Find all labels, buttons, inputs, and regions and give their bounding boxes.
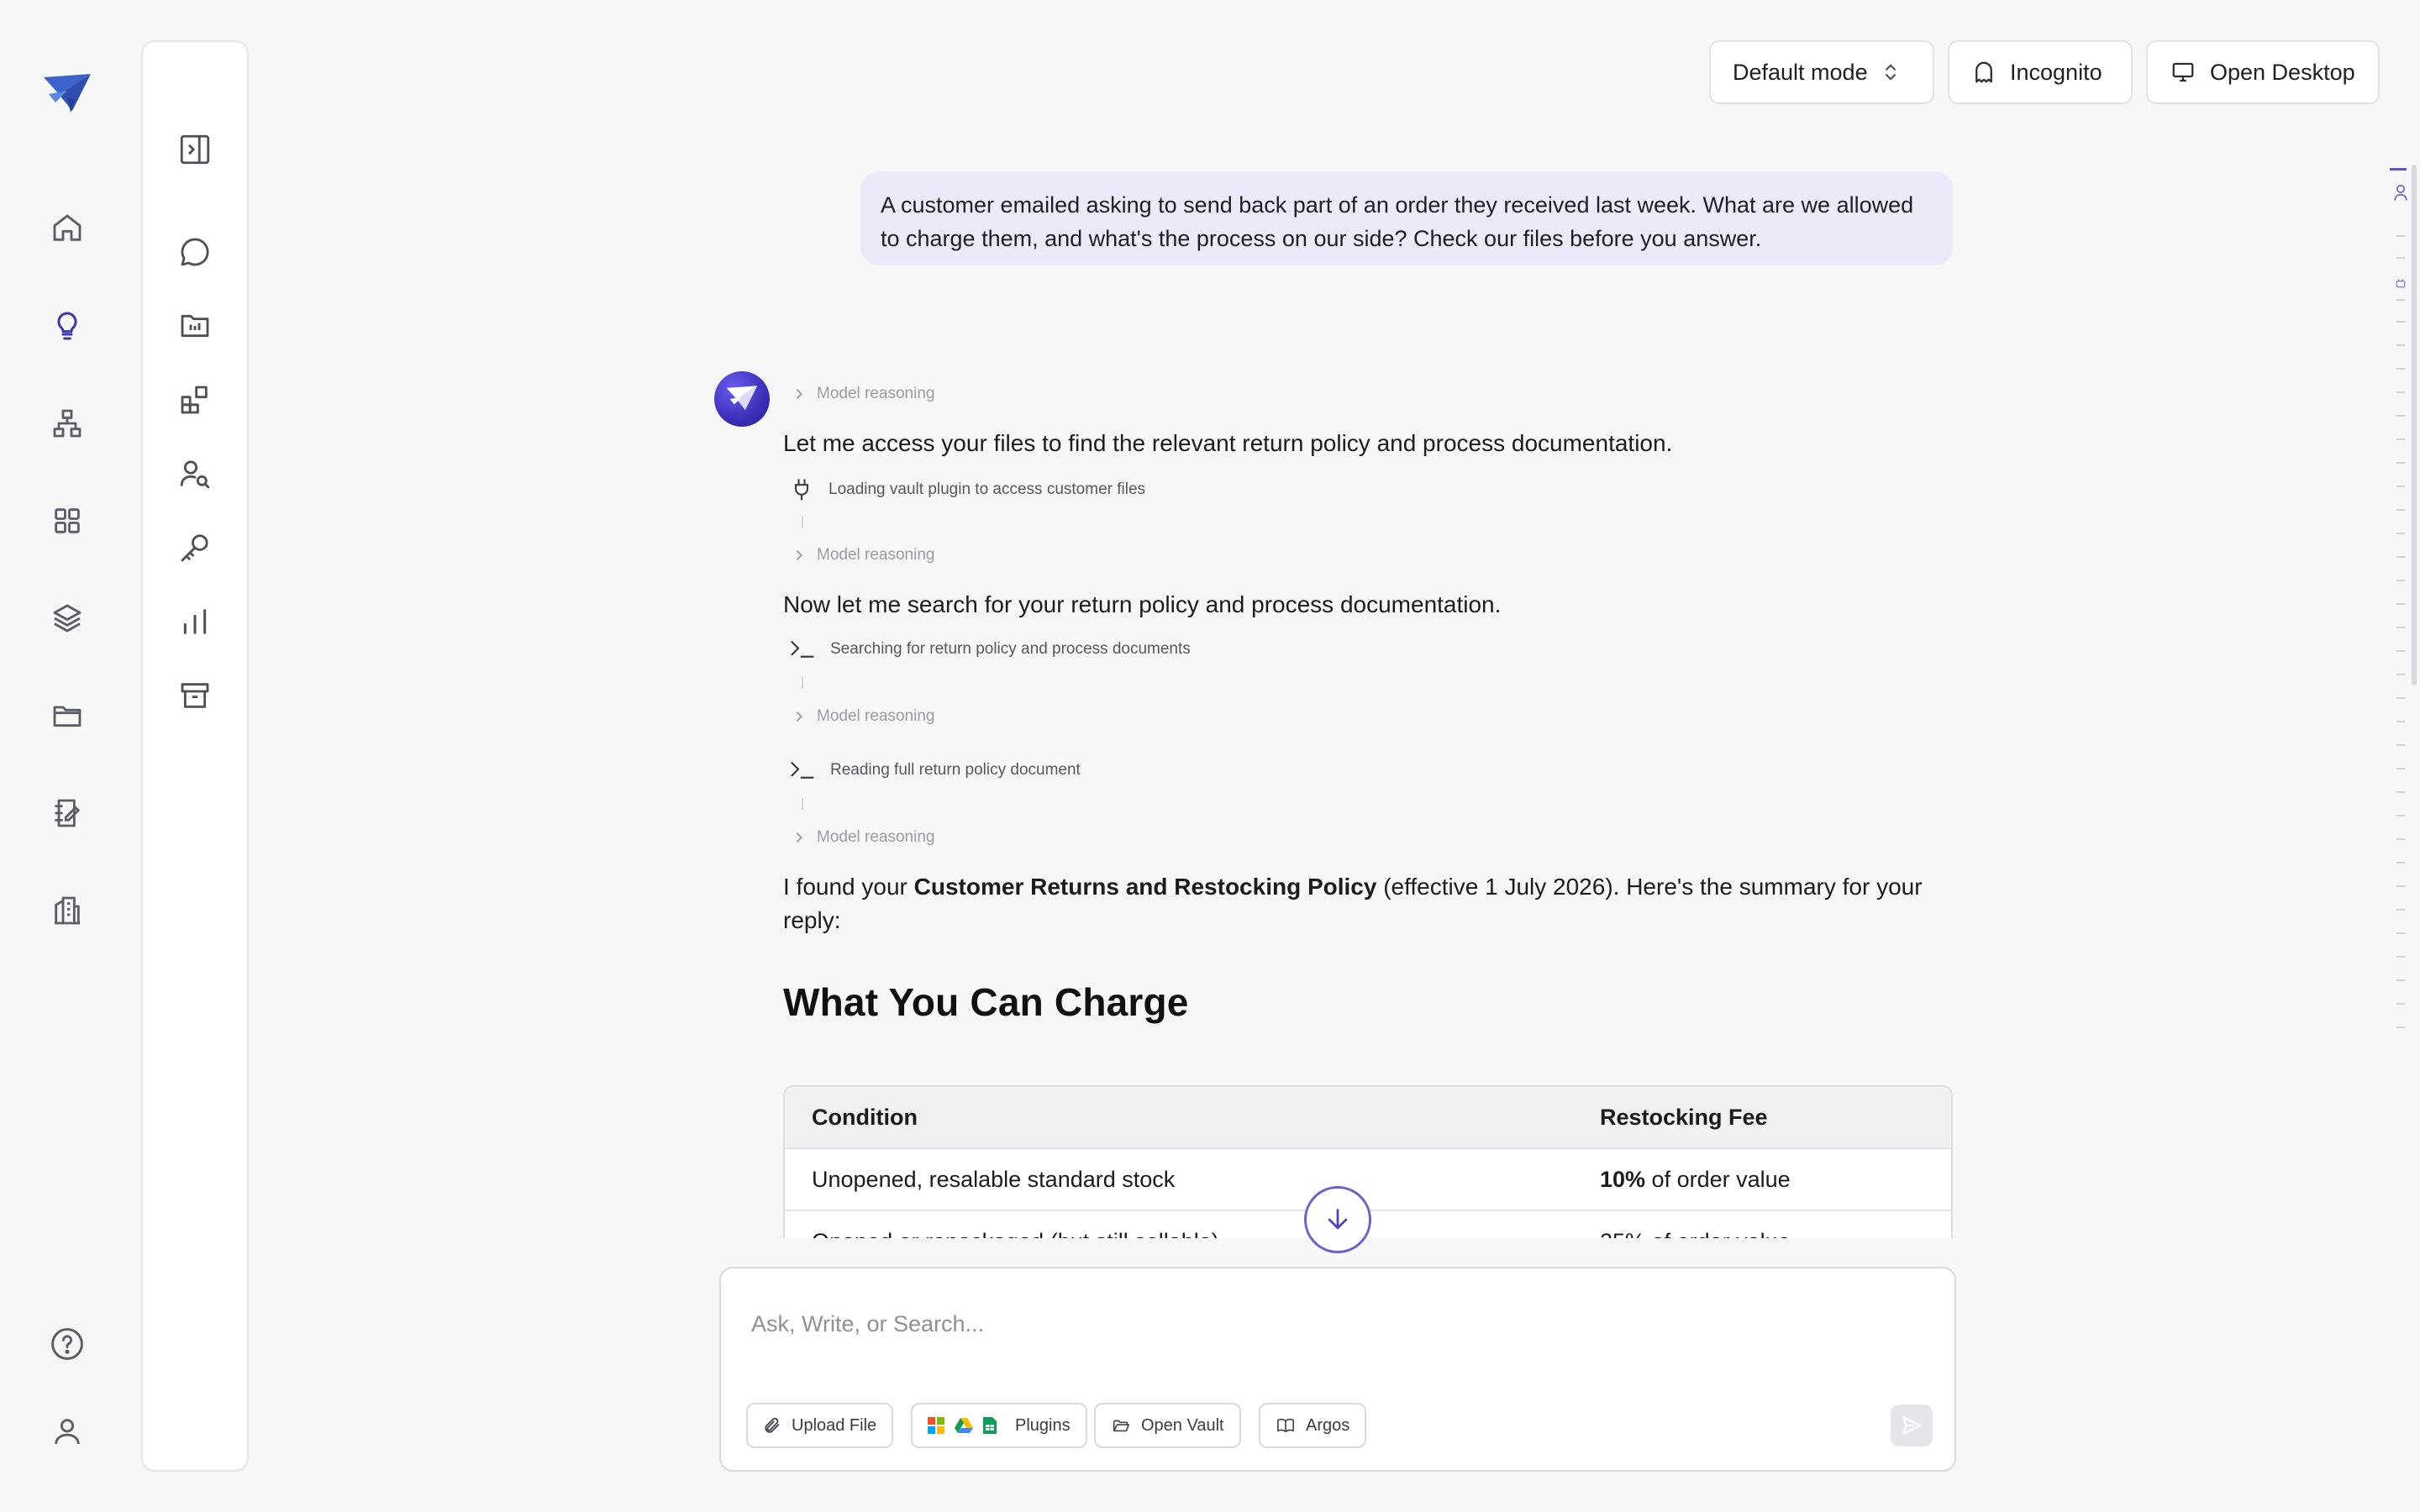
- workflow-icon[interactable]: [47, 403, 87, 444]
- fee-percent: 25%: [1600, 1229, 1645, 1239]
- arrow-down-icon: [1323, 1205, 1352, 1234]
- assistant-paragraph: I found your Customer Returns and Restoc…: [783, 870, 1960, 937]
- open-vault-button[interactable]: Open Vault: [1094, 1403, 1241, 1448]
- grid-icon[interactable]: [47, 501, 87, 541]
- plugins-button[interactable]: Plugins: [911, 1403, 1087, 1448]
- tool-step[interactable]: Searching for return policy and process …: [790, 638, 1191, 660]
- upload-file-label: Upload File: [792, 1415, 877, 1435]
- assistant-avatar: [714, 371, 770, 427]
- sidebar-toggle-icon[interactable]: [175, 129, 215, 170]
- scrollbar-thumb[interactable]: [2412, 165, 2417, 685]
- microsoft-icon: [928, 1417, 944, 1434]
- assistant-paragraph: Now let me search for your return policy…: [783, 591, 1502, 617]
- found-prefix: I found your: [783, 874, 914, 900]
- argos-button[interactable]: Argos: [1259, 1403, 1367, 1448]
- fee-percent: 10%: [1600, 1166, 1646, 1192]
- left-rail: [0, 0, 134, 1512]
- minimap-user-icon: [2393, 183, 2408, 202]
- reasoning-toggle[interactable]: Model reasoning: [793, 546, 934, 564]
- widgets-icon[interactable]: [175, 380, 215, 420]
- step-connector: [802, 677, 803, 689]
- reasoning-toggle[interactable]: Model reasoning: [793, 385, 934, 403]
- step-connector: [802, 516, 803, 528]
- paperclip-icon: [763, 1416, 781, 1435]
- terminal-icon: [790, 638, 815, 660]
- mode-label: Default mode: [1733, 59, 1868, 85]
- mode-selector[interactable]: Default mode: [1709, 40, 1934, 104]
- open-desktop-label: Open Desktop: [2210, 59, 2355, 85]
- table-header-row: Condition Restocking Fee: [785, 1087, 1951, 1149]
- policy-name: Customer Returns and Restocking Policy: [913, 874, 1377, 900]
- notebook-icon[interactable]: [47, 793, 87, 833]
- upload-file-button[interactable]: Upload File: [746, 1403, 894, 1448]
- book-icon: [1276, 1416, 1296, 1435]
- ghost-icon: [1971, 60, 1996, 85]
- fee-cell: 10% of order value: [1600, 1167, 1951, 1193]
- fee-cell: 25% of order value: [1600, 1229, 1951, 1239]
- condition-cell: Unopened, resalable standard stock: [812, 1166, 1176, 1192]
- open-vault-label: Open Vault: [1141, 1415, 1224, 1435]
- monitor-icon: [2170, 60, 2196, 85]
- conversation-minimap[interactable]: [2378, 165, 2412, 1038]
- project-folder-icon[interactable]: [175, 306, 215, 346]
- chevron-right-icon: [793, 549, 805, 562]
- archive-icon[interactable]: [175, 675, 215, 716]
- tool-step-label: Reading full return policy document: [830, 761, 1081, 779]
- lightbulb-icon[interactable]: [47, 306, 87, 346]
- send-icon: [1901, 1415, 1923, 1436]
- folder-icon[interactable]: [47, 696, 87, 736]
- user-icon[interactable]: [47, 1411, 87, 1452]
- chevron-right-icon: [793, 387, 805, 401]
- tool-step-label: Searching for return policy and process …: [830, 640, 1191, 658]
- user-search-icon[interactable]: [175, 454, 215, 494]
- fee-text: of order value: [1645, 1166, 1791, 1192]
- send-button[interactable]: [1891, 1404, 1933, 1446]
- step-connector: [802, 798, 803, 810]
- open-desktop-button[interactable]: Open Desktop: [2146, 40, 2380, 104]
- minimap-tool-icon: [2395, 277, 2407, 289]
- terminal-icon: [790, 759, 815, 781]
- argos-label: Argos: [1306, 1415, 1350, 1435]
- tool-step-label: Loading vault plugin to access customer …: [829, 480, 1146, 498]
- user-message: A customer emailed asking to send back p…: [860, 171, 1953, 265]
- home-icon[interactable]: [47, 208, 87, 249]
- reasoning-toggle[interactable]: Model reasoning: [793, 707, 934, 726]
- assistant-paragraph: Let me access your files to find the rel…: [783, 430, 1673, 456]
- reasoning-label: Model reasoning: [817, 385, 935, 402]
- column-header: Restocking Fee: [1600, 1104, 1768, 1130]
- help-icon[interactable]: [47, 1324, 87, 1364]
- scroll-to-bottom-button[interactable]: [1304, 1186, 1371, 1253]
- incognito-button[interactable]: Incognito: [1948, 40, 2133, 104]
- logo-icon[interactable]: [42, 72, 92, 116]
- tool-step[interactable]: Loading vault plugin to access customer …: [790, 477, 1145, 502]
- google-drive-icon: [955, 1417, 973, 1434]
- tool-step[interactable]: Reading full return policy document: [790, 759, 1081, 781]
- incognito-label: Incognito: [2010, 59, 2102, 85]
- plugins-label: Plugins: [1015, 1415, 1071, 1435]
- reasoning-label: Model reasoning: [817, 707, 935, 725]
- reasoning-label: Model reasoning: [817, 828, 935, 846]
- reasoning-label: Model reasoning: [817, 546, 935, 564]
- composer: Upload File Plugins Open Vault Argos: [719, 1267, 1956, 1472]
- chevron-right-icon: [793, 710, 805, 723]
- secondary-panel: [141, 40, 249, 1472]
- plug-icon: [790, 477, 813, 502]
- chevron-updown-icon: [1881, 61, 1900, 83]
- chat-input[interactable]: [751, 1299, 1844, 1349]
- column-header: Condition: [812, 1104, 918, 1130]
- section-heading: What You Can Charge: [783, 980, 1189, 1024]
- bar-chart-icon[interactable]: [175, 601, 215, 642]
- folder-open-icon: [1111, 1416, 1131, 1435]
- minimap-marker-active: [2390, 168, 2407, 171]
- building-icon[interactable]: [47, 890, 87, 931]
- key-icon[interactable]: [175, 528, 215, 568]
- sheets-icon: [983, 1417, 997, 1434]
- chevron-right-icon: [793, 831, 805, 844]
- reasoning-toggle[interactable]: Model reasoning: [793, 828, 934, 847]
- chat-icon[interactable]: [175, 232, 215, 272]
- layers-icon[interactable]: [47, 598, 87, 638]
- fee-text: of order value: [1645, 1229, 1791, 1239]
- table-row: Unopened, resalable standard stock 10% o…: [785, 1149, 1951, 1211]
- condition-cell: Opened or repackaged (but still sellable…: [785, 1229, 1600, 1239]
